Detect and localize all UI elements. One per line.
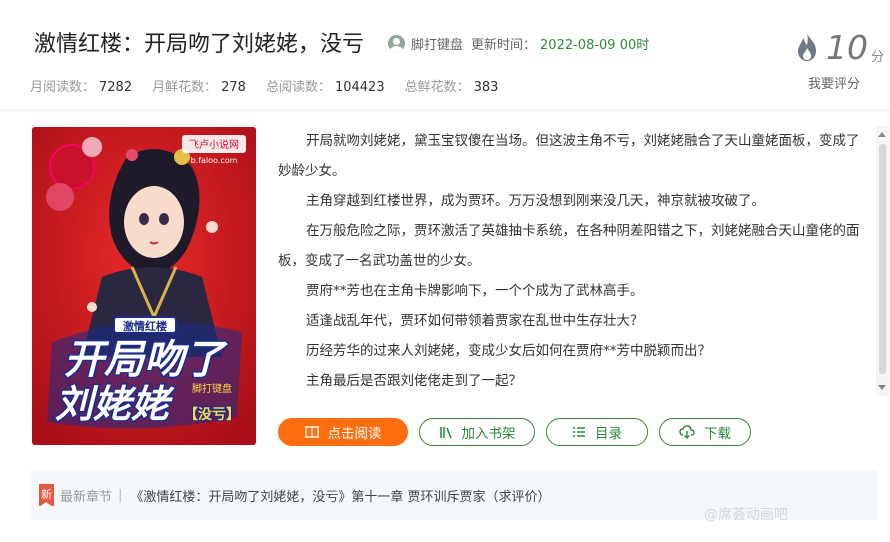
- scroll-up-icon[interactable]: [878, 132, 886, 137]
- update-time: 2022-08-09 00时: [540, 38, 650, 53]
- cloud-download-icon: [679, 425, 695, 439]
- description-paragraph: 开局就吻刘姥姥，黛玉宝钗傻在当场。但这波主角不亏，刘姥姥融合了天山童姥面板，变成…: [278, 133, 860, 179]
- description-paragraph: 主角穿越到红楼世界，成为贾环。万万没想到刚来没几天，神京就被攻破了。: [306, 193, 765, 209]
- table-of-contents-button[interactable]: 目录: [546, 418, 648, 446]
- cover-tag: 激情红楼: [123, 319, 167, 333]
- cover-title-suffix: 【没亏】: [184, 407, 240, 423]
- book-stats: 月阅读数： 7282 月鲜花数： 278 总阅读数： 104423 总鲜花数： 383: [30, 76, 518, 95]
- read-button[interactable]: 点击阅读: [278, 418, 408, 446]
- description-paragraph: 贾府**芳也在主角卡牌影响下，一个个成为了武林高手。: [306, 283, 644, 299]
- cover-artwork: 飞卢小说网 b.faloo.com 激情红楼 开局吻了 刘姥姥 【没亏】 脚打键…: [32, 127, 256, 445]
- flame-icon: [798, 33, 816, 61]
- rate-button[interactable]: 我要评分: [808, 73, 860, 92]
- cover-author: 脚打键盘: [192, 382, 232, 395]
- cover-title-line1: 开局吻了: [64, 337, 228, 383]
- watermark: @席荟动画吧: [704, 507, 788, 523]
- scroll-down-icon[interactable]: [878, 385, 886, 390]
- bookshelf-icon: [439, 427, 452, 439]
- cover-title-line2: 刘姥姥: [55, 382, 175, 426]
- book-description: 开局就吻刘姥姥，黛玉宝钗傻在当场。但这波主角不亏，刘姥姥融合了天山童姥面板，变成…: [278, 126, 868, 396]
- new-badge: 新: [39, 484, 54, 507]
- description-paragraph: 主角最后是否跟刘佬佬走到了一起？: [306, 373, 522, 389]
- add-to-shelf-button[interactable]: 加入书架: [419, 418, 535, 446]
- latest-chapter-link[interactable]: 《激情红楼：开局吻了刘姥姥，没亏》第十一章 贾环训斥贾家（求评价）: [130, 486, 550, 505]
- stat-monthly-reads: 月阅读数： 7282: [30, 80, 133, 95]
- separator: |: [118, 487, 123, 503]
- rating-unit: 分: [871, 50, 885, 65]
- book-open-icon: [304, 426, 319, 438]
- rating-panel: 10 分 我要评分: [792, 28, 888, 98]
- author-avatar-icon: [388, 35, 405, 52]
- author-info: 脚打键盘 更新时间： 2022-08-09 00时: [388, 34, 649, 53]
- book-header: 激情红楼：开局吻了刘姥姥，没亏 脚打键盘 更新时间： 2022-08-09 00…: [0, 0, 890, 110]
- stat-total-reads: 总阅读数： 104423: [265, 80, 385, 95]
- cover-logo: 飞卢小说网: [189, 138, 239, 151]
- author-name[interactable]: 脚打键盘: [411, 34, 463, 53]
- cover-logo-url: b.faloo.com: [191, 156, 238, 165]
- update-label: 更新时间：: [471, 38, 537, 53]
- description-paragraph: 在万般危险之际，贾环激活了英雄抽卡系统，在各种阴差阳错之下，刘姥姥融合天山童佬的…: [278, 223, 860, 269]
- stat-monthly-flowers: 月鲜花数： 278: [152, 80, 246, 95]
- download-button[interactable]: 下载: [659, 418, 751, 446]
- stat-total-flowers: 总鲜花数： 383: [404, 80, 499, 95]
- list-icon: [573, 427, 585, 437]
- scrollbar-thumb[interactable]: [879, 144, 886, 374]
- latest-chapter-label: 最新章节: [60, 489, 113, 505]
- rating-score: 10: [826, 28, 868, 67]
- action-buttons: 点击阅读 加入书架 目录 下载: [278, 418, 762, 446]
- book-cover[interactable]: 飞卢小说网 b.faloo.com 激情红楼 开局吻了 刘姥姥 【没亏】 脚打键…: [32, 127, 256, 445]
- description-scrollbar[interactable]: [876, 126, 889, 396]
- book-title: 激情红楼：开局吻了刘姥姥，没亏: [34, 32, 365, 57]
- description-paragraph: 历经芳华的过来人刘姥姥，变成少女后如何在贾府**芳中脱颖而出？: [306, 343, 711, 359]
- header-divider: [0, 110, 890, 111]
- description-paragraph: 适逢战乱年代，贾环如何带领着贾家在乱世中生存壮大？: [306, 313, 644, 329]
